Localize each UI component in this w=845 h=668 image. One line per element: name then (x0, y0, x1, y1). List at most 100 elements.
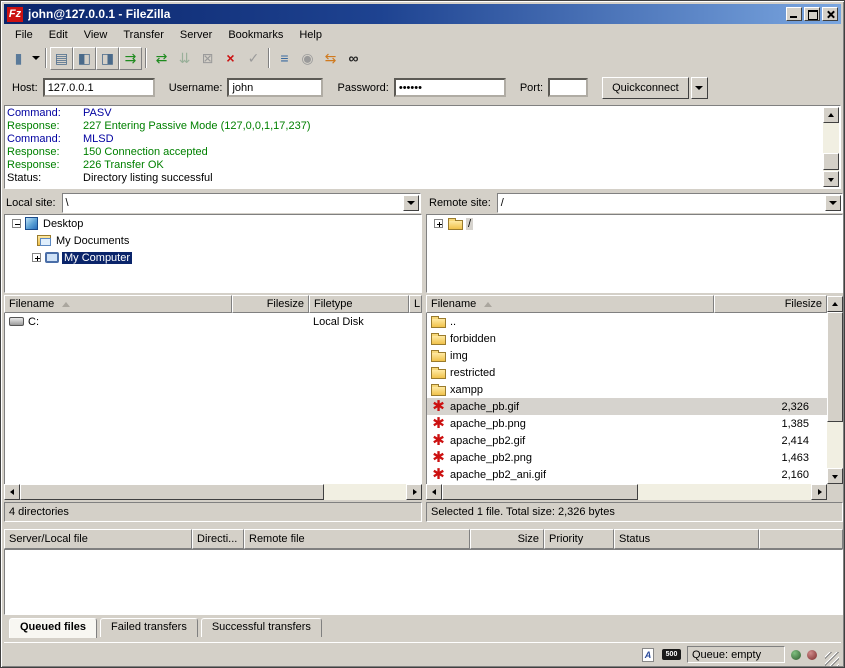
scroll-right-icon[interactable] (811, 484, 827, 500)
toggle-local-tree-icon[interactable]: ◧ (73, 47, 96, 70)
remote-site-combo[interactable]: / (497, 193, 843, 213)
host-input[interactable] (43, 78, 155, 97)
file-row[interactable]: restricted (427, 364, 827, 381)
log-scrollbar[interactable] (823, 107, 839, 187)
site-manager-icon[interactable]: ▮ (7, 47, 30, 70)
tree-item-desktop[interactable]: Desktop (5, 215, 421, 232)
scrollbar-thumb[interactable] (442, 484, 638, 500)
remote-list-hscrollbar[interactable] (426, 484, 827, 500)
file-row[interactable]: ✱ apache_pb.png 1,385 (427, 415, 827, 432)
menu-view[interactable]: View (76, 26, 116, 44)
file-row[interactable]: .. (427, 313, 827, 330)
column-last-modified[interactable]: L (409, 295, 422, 313)
combo-dropdown-icon[interactable] (825, 195, 841, 211)
username-input[interactable] (227, 78, 323, 97)
expand-icon[interactable] (32, 253, 41, 262)
combo-dropdown-icon[interactable] (403, 195, 419, 211)
scroll-up-icon[interactable] (823, 107, 839, 123)
local-site-combo[interactable]: \ (62, 193, 421, 213)
file-row-c-drive[interactable]: C: Local Disk (5, 313, 422, 330)
process-queue-icon[interactable]: ⇊ (173, 47, 196, 70)
file-row[interactable]: xampp (427, 381, 827, 398)
column-filesize[interactable]: Filesize (714, 295, 827, 313)
my-computer-icon (45, 252, 59, 263)
scroll-right-icon[interactable] (406, 484, 422, 500)
column-status[interactable]: Status (614, 529, 759, 549)
local-list-header: Filename Filesize Filetype L (4, 295, 422, 313)
menu-transfer[interactable]: Transfer (115, 26, 172, 44)
column-direction[interactable]: Directi... (192, 529, 244, 549)
file-row[interactable]: ✱ apache_pb2.png 1,463 (427, 449, 827, 466)
port-input[interactable] (548, 78, 588, 97)
toolbar-separator (145, 48, 147, 68)
message-log[interactable]: Command:PASV Response:227 Entering Passi… (4, 105, 841, 189)
directory-comparison-icon[interactable]: ◉ (296, 47, 319, 70)
scrollbar-thumb[interactable] (823, 153, 839, 170)
menu-edit[interactable]: Edit (41, 26, 76, 44)
title-bar[interactable]: Fz john@127.0.0.1 - FileZilla (4, 4, 841, 24)
column-filename[interactable]: Filename (4, 295, 232, 313)
file-row[interactable]: img (427, 347, 827, 364)
toolbar: ▮ ▤ ◧ ◨ ⇉ ⇄ ⇊ ⊠ × ✓ ≡ ◉ ⇆ ∞ (4, 45, 841, 71)
transfer-type-icon[interactable]: A (642, 648, 654, 662)
password-input[interactable] (394, 78, 506, 97)
window-title: john@127.0.0.1 - FileZilla (28, 7, 784, 21)
toggle-transfer-queue-icon[interactable]: ⇉ (119, 47, 142, 70)
verify-icon[interactable]: ✓ (242, 47, 265, 70)
filter-icon[interactable]: ≡ (273, 47, 296, 70)
toggle-remote-tree-icon[interactable]: ◨ (96, 47, 119, 70)
file-row[interactable]: forbidden (427, 330, 827, 347)
maximize-button[interactable] (804, 7, 820, 21)
file-row-selected[interactable]: ✱ apache_pb.gif 2,326 (427, 398, 827, 415)
collapse-icon[interactable] (12, 219, 21, 228)
speed-limit-icon[interactable]: 500 (662, 649, 681, 660)
scroll-down-icon[interactable] (823, 171, 839, 187)
menu-help[interactable]: Help (291, 26, 330, 44)
tab-successful-transfers[interactable]: Successful transfers (201, 618, 322, 637)
my-documents-icon (37, 235, 51, 246)
column-remote-file[interactable]: Remote file (244, 529, 470, 549)
tree-item-root[interactable]: / (427, 215, 842, 232)
toolbar-separator (45, 48, 47, 68)
scroll-up-icon[interactable] (827, 296, 843, 312)
column-priority[interactable]: Priority (544, 529, 614, 549)
remote-list-vscrollbar[interactable] (827, 296, 843, 484)
synchronized-browsing-icon[interactable]: ⇆ (319, 47, 342, 70)
column-filename[interactable]: Filename (426, 295, 714, 313)
quickconnect-dropdown-icon[interactable] (691, 77, 708, 99)
cancel-operation-icon[interactable]: ⊠ (196, 47, 219, 70)
log-line: Status:Directory listing successful (7, 172, 838, 185)
resize-grip[interactable] (825, 652, 839, 666)
column-filetype[interactable]: Filetype (309, 295, 409, 313)
scrollbar-thumb[interactable] (20, 484, 324, 500)
local-list-hscrollbar[interactable] (4, 484, 422, 500)
close-button[interactable] (822, 7, 838, 21)
menu-file[interactable]: File (7, 26, 41, 44)
expand-icon[interactable] (434, 219, 443, 228)
scrollbar-thumb[interactable] (827, 312, 843, 422)
tab-queued-files[interactable]: Queued files (9, 618, 97, 638)
menu-server[interactable]: Server (172, 26, 220, 44)
scroll-left-icon[interactable] (4, 484, 20, 500)
column-server-local-file[interactable]: Server/Local file (4, 529, 192, 549)
toggle-message-log-icon[interactable]: ▤ (50, 47, 73, 70)
site-manager-dropdown-icon[interactable] (30, 47, 42, 70)
column-size[interactable]: Size (470, 529, 544, 549)
quickconnect-button[interactable]: Quickconnect (602, 77, 689, 99)
column-filesize[interactable]: Filesize (232, 295, 309, 313)
disconnect-icon[interactable]: × (219, 47, 242, 70)
scroll-down-icon[interactable] (827, 468, 843, 484)
file-row[interactable]: ✱ apache_pb2_ani.gif 2,160 (427, 466, 827, 483)
refresh-icon[interactable]: ⇄ (150, 47, 173, 70)
menu-bookmarks[interactable]: Bookmarks (220, 26, 291, 44)
minimize-button[interactable] (786, 7, 802, 21)
filezilla-logo-icon: Fz (7, 7, 23, 22)
file-row[interactable]: ✱ apache_pb2.gif 2,414 (427, 432, 827, 449)
queue-list[interactable] (4, 549, 843, 615)
tree-item-my-computer[interactable]: My Computer (5, 249, 421, 266)
remote-list-header: Filename Filesize (426, 295, 827, 313)
tree-item-my-documents[interactable]: My Documents (5, 232, 421, 249)
find-files-icon[interactable]: ∞ (342, 47, 365, 70)
tab-failed-transfers[interactable]: Failed transfers (100, 618, 198, 637)
scroll-left-icon[interactable] (426, 484, 442, 500)
